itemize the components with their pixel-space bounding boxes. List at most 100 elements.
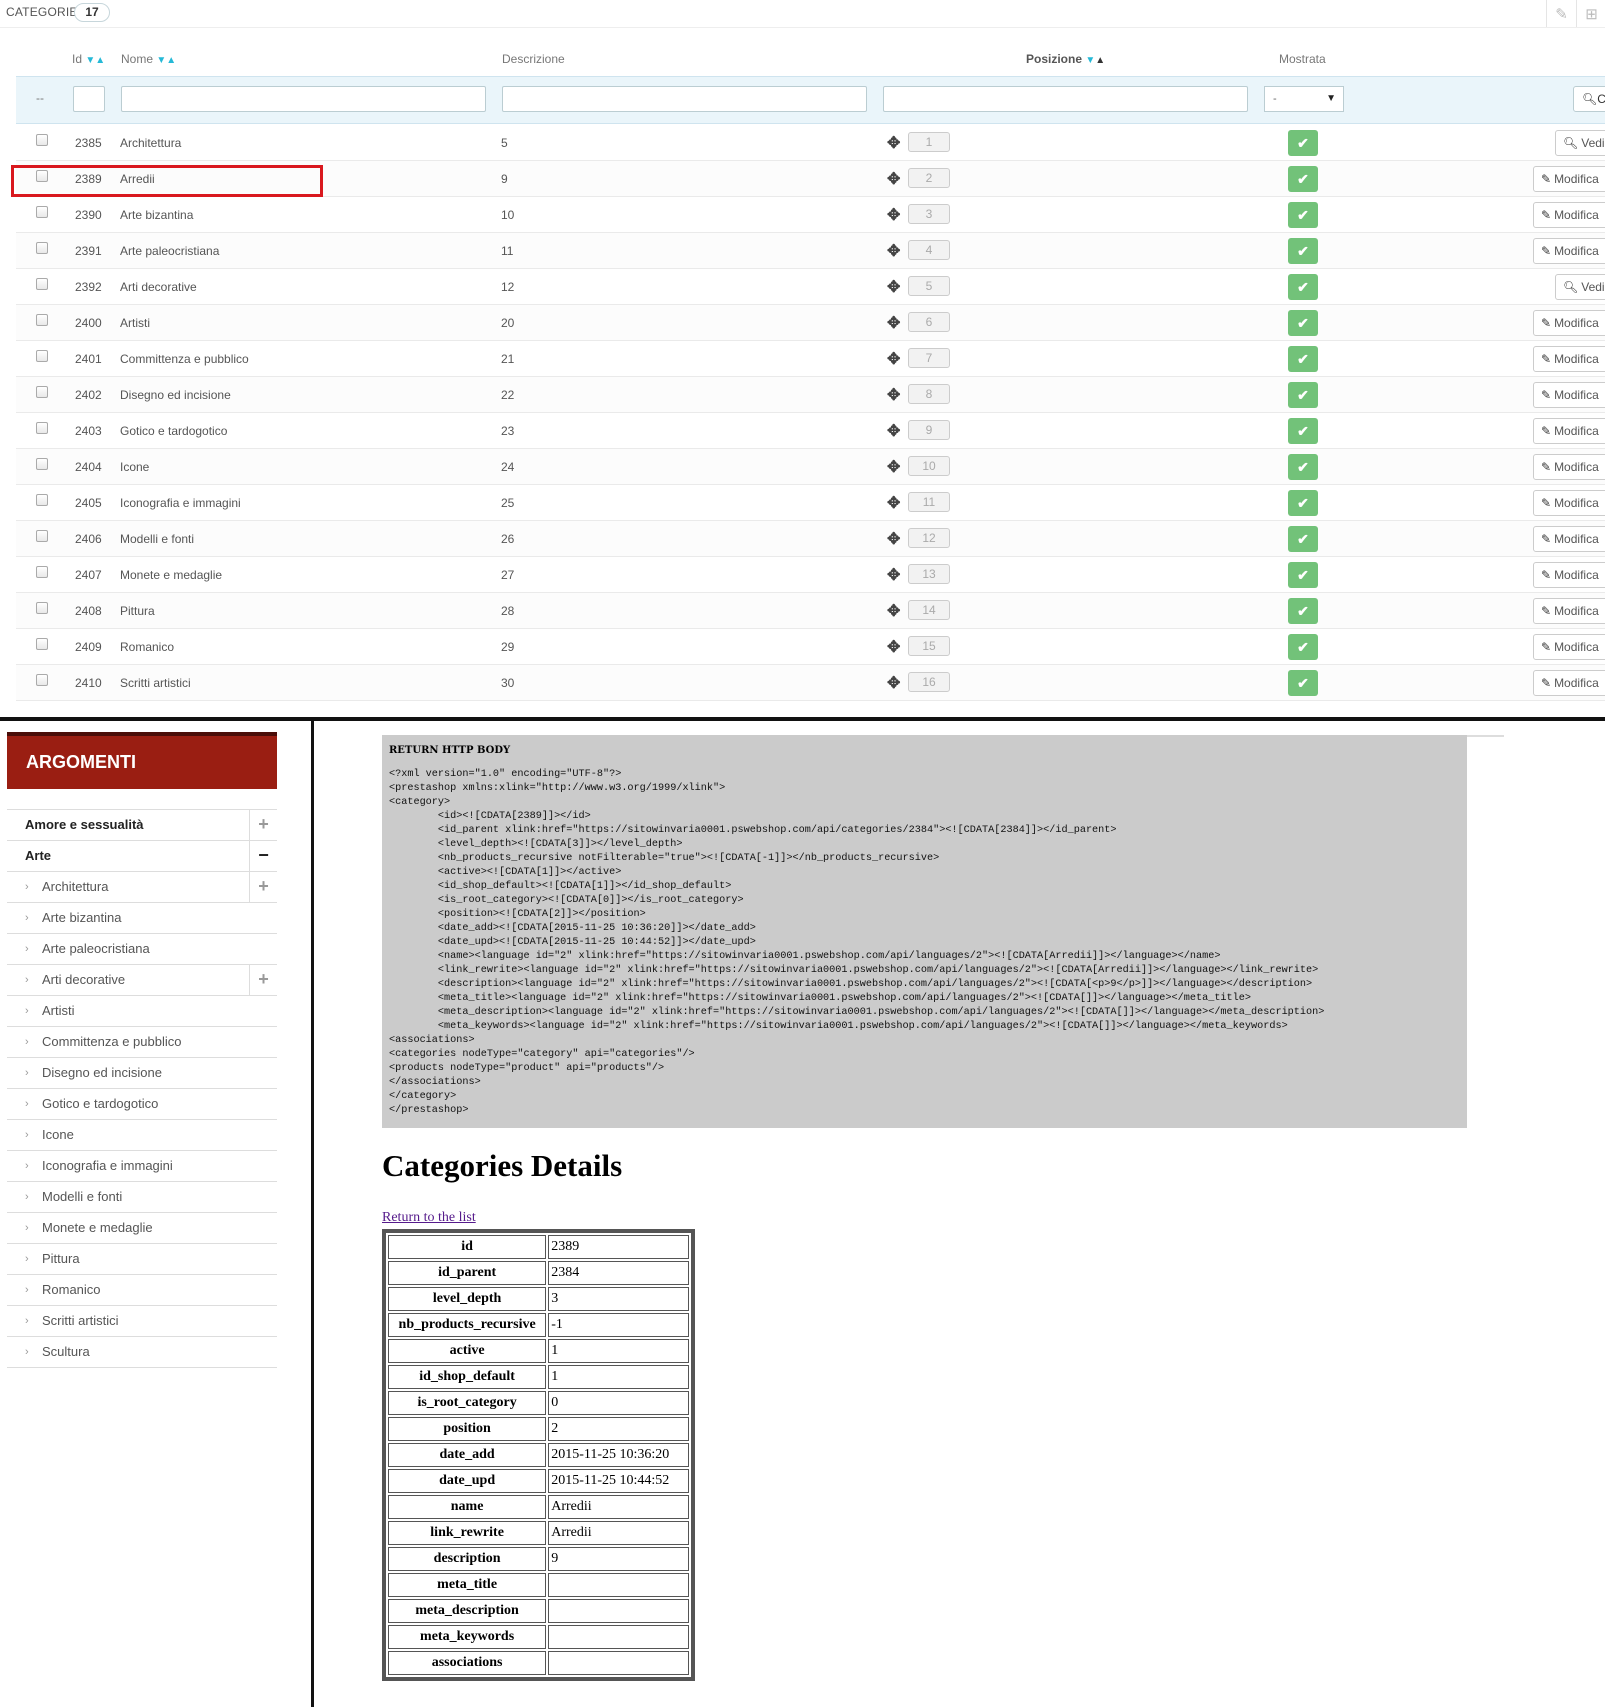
shown-check-icon[interactable]: ✔ xyxy=(1288,490,1318,516)
row-name[interactable]: Arte paleocristiana xyxy=(120,244,219,258)
table-row[interactable]: 2403 Gotico e tardogotico 23 ✥ 9 ✔ ✎ Modifica xyxy=(16,413,1605,449)
drag-handle-icon[interactable]: ✥ xyxy=(887,529,900,549)
shown-check-icon[interactable]: ✔ xyxy=(1288,634,1318,660)
shown-check-icon[interactable]: ✔ xyxy=(1288,130,1318,156)
row-name[interactable]: Modelli e fonti xyxy=(120,532,194,546)
shown-check-icon[interactable]: ✔ xyxy=(1288,454,1318,480)
row-checkbox[interactable] xyxy=(36,134,48,146)
row-checkbox[interactable] xyxy=(36,422,48,434)
edit-list-icon[interactable]: ✎ xyxy=(1546,0,1576,27)
drag-handle-icon[interactable]: ✥ xyxy=(887,205,900,225)
row-checkbox[interactable] xyxy=(36,350,48,362)
sidebar-item[interactable]: › Architettura + xyxy=(7,872,277,903)
drag-handle-icon[interactable]: ✥ xyxy=(887,385,900,405)
edit-button[interactable]: ✎ Modifica xyxy=(1533,526,1605,552)
edit-button[interactable]: ✎ Modifica xyxy=(1533,598,1605,624)
edit-button[interactable]: ✎ Modifica xyxy=(1533,382,1605,408)
drag-handle-icon[interactable]: ✥ xyxy=(887,313,900,333)
row-name[interactable]: Monete e medaglie xyxy=(120,568,222,582)
drag-handle-icon[interactable]: ✥ xyxy=(887,565,900,585)
row-checkbox[interactable] xyxy=(36,638,48,650)
shown-check-icon[interactable]: ✔ xyxy=(1288,274,1318,300)
table-row[interactable]: 2407 Monete e medaglie 27 ✥ 13 ✔ ✎ Modifica xyxy=(16,557,1605,593)
shown-check-icon[interactable]: ✔ xyxy=(1288,670,1318,696)
drag-handle-icon[interactable]: ✥ xyxy=(887,349,900,369)
shown-check-icon[interactable]: ✔ xyxy=(1288,598,1318,624)
table-row[interactable]: 2408 Pittura 28 ✥ 14 ✔ ✎ Modifica xyxy=(16,593,1605,629)
shown-check-icon[interactable]: ✔ xyxy=(1288,166,1318,192)
row-checkbox[interactable] xyxy=(36,386,48,398)
edit-button[interactable]: ✎ Modifica xyxy=(1533,166,1605,192)
drag-handle-icon[interactable]: ✥ xyxy=(887,169,900,189)
shown-check-icon[interactable]: ✔ xyxy=(1288,562,1318,588)
drag-handle-icon[interactable]: ✥ xyxy=(887,493,900,513)
shown-check-icon[interactable]: ✔ xyxy=(1288,310,1318,336)
sidebar-item[interactable]: › Iconografia e immagini xyxy=(7,1151,277,1182)
shown-check-icon[interactable]: ✔ xyxy=(1288,418,1318,444)
sidebar-item[interactable]: › Disegno ed incisione xyxy=(7,1058,277,1089)
row-name[interactable]: Committenza e pubblico xyxy=(120,352,249,366)
edit-button[interactable]: ✎ Modifica xyxy=(1533,562,1605,588)
table-row[interactable]: 2402 Disegno ed incisione 22 ✥ 8 ✔ ✎ Modifica xyxy=(16,377,1605,413)
row-checkbox[interactable] xyxy=(36,206,48,218)
row-checkbox[interactable] xyxy=(36,314,48,326)
table-row[interactable]: 2390 Arte bizantina 10 ✥ 3 ✔ ✎ Modifica xyxy=(16,197,1605,233)
sidebar-item[interactable]: Arte − xyxy=(7,841,277,872)
edit-button[interactable]: ✎ Modifica xyxy=(1533,310,1605,336)
sidebar-item[interactable]: › Arte paleocristiana xyxy=(7,934,277,965)
row-name[interactable]: Gotico e tardogotico xyxy=(120,424,227,438)
row-checkbox[interactable] xyxy=(36,674,48,686)
drag-handle-icon[interactable]: ✥ xyxy=(887,673,900,693)
filter-name-input[interactable] xyxy=(121,86,486,112)
sidebar-item[interactable]: › Pittura xyxy=(7,1244,277,1275)
row-name[interactable]: Disegno ed incisione xyxy=(120,388,231,402)
table-row[interactable]: 2401 Committenza e pubblico 21 ✥ 7 ✔ ✎ Modifica xyxy=(16,341,1605,377)
sort-desc-icon[interactable]: ▼ xyxy=(1085,55,1095,66)
row-checkbox[interactable] xyxy=(36,458,48,470)
filter-description-input[interactable] xyxy=(502,86,867,112)
shown-check-icon[interactable]: ✔ xyxy=(1288,526,1318,552)
shown-check-icon[interactable]: ✔ xyxy=(1288,238,1318,264)
expand-icon[interactable]: + xyxy=(249,965,277,995)
edit-button[interactable]: ✎ Modifica xyxy=(1533,454,1605,480)
sort-asc-icon[interactable]: ▲ xyxy=(166,55,176,66)
table-row[interactable]: 2400 Artisti 20 ✥ 6 ✔ ✎ Modifica xyxy=(16,305,1605,341)
row-checkbox[interactable] xyxy=(36,566,48,578)
filter-position-input[interactable] xyxy=(883,86,1248,112)
expand-icon[interactable]: + xyxy=(249,872,277,902)
row-name[interactable]: Scritti artistici xyxy=(120,676,191,690)
expand-icon[interactable]: + xyxy=(249,810,277,840)
drag-handle-icon[interactable]: ✥ xyxy=(887,421,900,441)
collapse-icon[interactable]: − xyxy=(249,841,277,871)
drag-handle-icon[interactable]: ✥ xyxy=(887,637,900,657)
sidebar-item[interactable]: › Arte bizantina xyxy=(7,903,277,934)
drag-handle-icon[interactable]: ✥ xyxy=(887,457,900,477)
col-header-name[interactable]: Nome ▼▲ xyxy=(121,52,176,66)
edit-button[interactable]: ✎ Modifica xyxy=(1533,202,1605,228)
shown-check-icon[interactable]: ✔ xyxy=(1288,382,1318,408)
shown-check-icon[interactable]: ✔ xyxy=(1288,202,1318,228)
filter-shown-select[interactable]: - ▼ xyxy=(1264,86,1344,112)
table-row[interactable]: 2391 Arte paleocristiana 11 ✥ 4 ✔ ✎ Modifica xyxy=(16,233,1605,269)
row-checkbox[interactable] xyxy=(36,530,48,542)
col-header-position[interactable]: Posizione ▼▲ xyxy=(1026,52,1105,66)
sidebar-item[interactable]: › Modelli e fonti xyxy=(7,1182,277,1213)
row-name[interactable]: Arte bizantina xyxy=(120,208,193,222)
edit-button[interactable]: ✎ Modifica xyxy=(1533,418,1605,444)
row-checkbox[interactable] xyxy=(36,602,48,614)
view-button[interactable]: 🔍︎ Vedi xyxy=(1555,274,1605,300)
table-row[interactable]: 2409 Romanico 29 ✥ 15 ✔ ✎ Modifica xyxy=(16,629,1605,665)
row-name[interactable]: Arti decorative xyxy=(120,280,197,294)
drag-handle-icon[interactable]: ✥ xyxy=(887,601,900,621)
sort-asc-icon[interactable]: ▲ xyxy=(95,55,105,66)
view-button[interactable]: 🔍︎ Vedi xyxy=(1555,130,1605,156)
sidebar-item[interactable]: › Romanico xyxy=(7,1275,277,1306)
sidebar-item[interactable]: › Arti decorative + xyxy=(7,965,277,996)
row-name[interactable]: Architettura xyxy=(120,136,181,150)
sidebar-item[interactable]: › Gotico e tardogotico xyxy=(7,1089,277,1120)
add-new-icon[interactable]: ⊞ xyxy=(1576,0,1605,27)
sidebar-item[interactable]: › Scritti artistici xyxy=(7,1306,277,1337)
drag-handle-icon[interactable]: ✥ xyxy=(887,241,900,261)
col-header-id[interactable]: Id ▼▲ xyxy=(72,52,105,66)
filter-id-input[interactable] xyxy=(73,86,105,112)
